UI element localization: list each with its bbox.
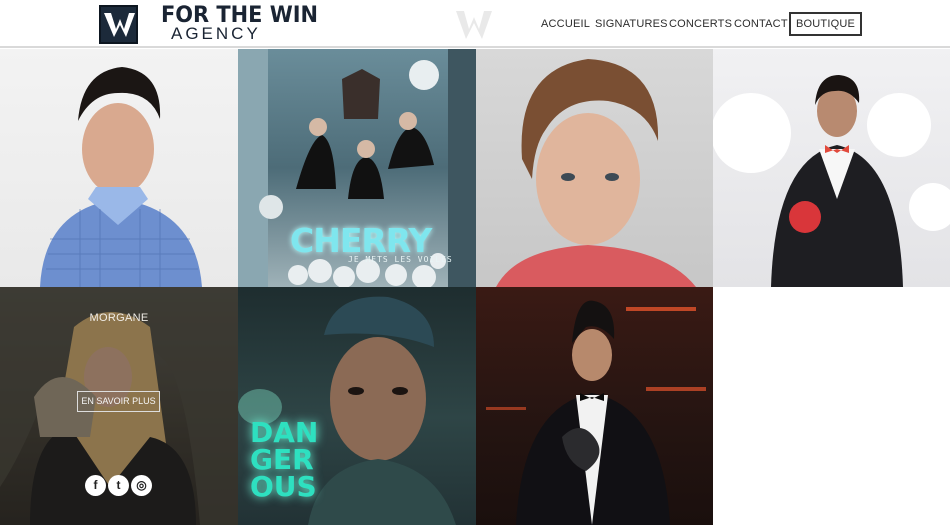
- nav-boutique-button[interactable]: BOUTIQUE: [789, 12, 863, 36]
- empty-tile: [713, 287, 950, 525]
- dangerous-title: DAN GER OUS: [250, 416, 319, 503]
- watermark-logo-icon: [456, 11, 492, 39]
- artist-photo: [713, 75, 950, 287]
- artist-tile-2[interactable]: CHERRY JE METS LES VOILES: [238, 49, 476, 287]
- brand-tagline[interactable]: AGENCY: [171, 25, 261, 43]
- nav-signatures[interactable]: SIGNATURES: [595, 12, 668, 36]
- instagram-icon[interactable]: ◎: [131, 475, 152, 496]
- title-line: DAN: [250, 416, 319, 449]
- nav-concerts[interactable]: CONCERTS: [669, 12, 732, 36]
- artist-photo: [496, 59, 696, 287]
- artist-tile-1[interactable]: [0, 49, 238, 287]
- artist-tile-4[interactable]: [713, 49, 950, 287]
- w-logo-icon[interactable]: [99, 5, 138, 44]
- nav-accueil[interactable]: ACCUEIL: [541, 12, 590, 36]
- title-line: OUS: [250, 470, 317, 503]
- artist-name: MORGANE: [89, 312, 149, 324]
- artist-tile-3[interactable]: [476, 49, 714, 287]
- site-header: FOR THE WIN AGENCY ACCUEIL SIGNATURES CO…: [0, 0, 950, 48]
- title-line: GER: [250, 443, 314, 476]
- artist-tile-7[interactable]: [476, 287, 714, 525]
- twitter-icon[interactable]: t: [108, 475, 129, 496]
- artist-photo: [486, 300, 706, 525]
- learn-more-button[interactable]: EN SAVOIR PLUS: [77, 391, 160, 412]
- cherry-subtitle: JE METS LES VOILES: [348, 255, 453, 264]
- artist-tile-6[interactable]: DAN GER OUS: [238, 287, 476, 525]
- facebook-icon[interactable]: f: [85, 475, 106, 496]
- artist-photo: [40, 67, 202, 287]
- artist-tile-5[interactable]: MORGANE EN SAVOIR PLUS f t ◎: [0, 287, 238, 525]
- nav-contact[interactable]: CONTACT: [734, 12, 788, 36]
